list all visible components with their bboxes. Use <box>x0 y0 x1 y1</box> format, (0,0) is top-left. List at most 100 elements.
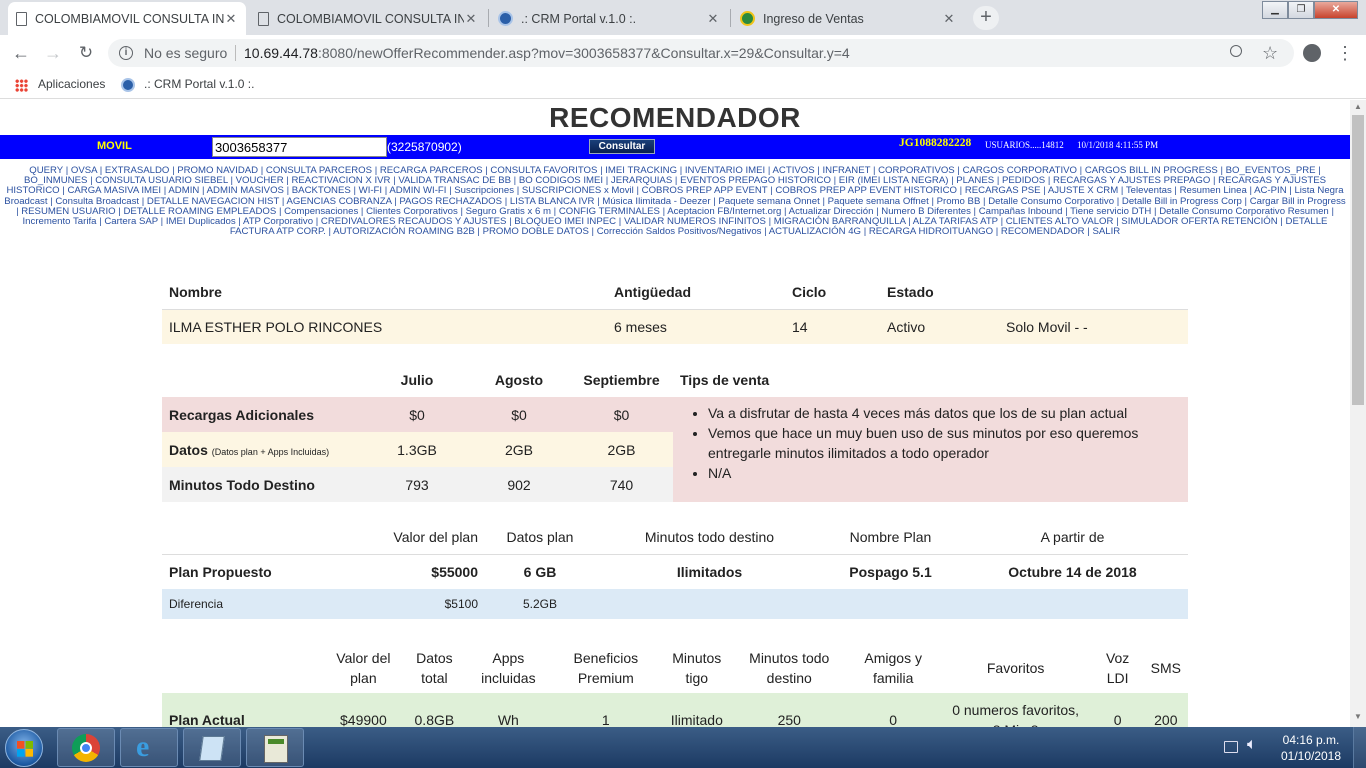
nav-link[interactable]: RECOMENDADOR <box>1001 226 1085 237</box>
plan-actual-beneficios: 1 <box>601 712 610 727</box>
browser-toolbar: ← → ↻ i No es seguro 10.69.44.78:8080/ne… <box>0 35 1366 71</box>
plan-actual-datos: 0.8GB <box>414 712 455 727</box>
tab-title: Ingreso de Ventas <box>763 11 864 26</box>
calculator-icon <box>264 735 288 763</box>
datos-value: 2GB <box>504 441 533 458</box>
tab-colombiamovil-1[interactable]: COLOMBIAMOVIL CONSULTA IN ✕ <box>8 2 246 35</box>
header-tips: Tips de venta <box>680 371 770 388</box>
table-row: Recargas Adicionales $0 $0 $0 Va a disfr… <box>162 397 1188 502</box>
current-plan-table: Valor del plan Datos total Apps incluida… <box>162 642 1188 727</box>
taskbar-calculator[interactable] <box>246 728 304 767</box>
page-scrollbar[interactable]: ▲ ▼ <box>1350 100 1366 727</box>
close-icon[interactable]: ✕ <box>224 11 238 27</box>
table-row: Plan Actual $49900 0.8GB Wh 1 Ilimitado … <box>162 693 1188 727</box>
plan-propuesto-nombre: Pospago 5.1 <box>849 563 932 580</box>
header-septiembre: Septiembre <box>583 371 660 388</box>
bookmark-crm-portal[interactable]: .: CRM Portal v.1.0 :. <box>144 77 254 91</box>
scroll-thumb[interactable] <box>1352 115 1364 405</box>
menu-icon[interactable]: ⋮ <box>1336 41 1354 65</box>
usuarios-count: USUARIOS.....14812 <box>985 140 1064 150</box>
plan-actual-valor: $49900 <box>340 712 387 727</box>
plan-actual-minutos-tigo: Ilimitado <box>670 712 723 727</box>
tab-title: COLOMBIAMOVIL CONSULTA IN <box>277 11 464 26</box>
close-icon[interactable]: ✕ <box>464 11 478 27</box>
nav-link[interactable]: IMEI Duplicados <box>166 216 236 227</box>
bookmark-aplicaciones[interactable]: Aplicaciones <box>38 77 105 91</box>
reload-button[interactable]: ↻ <box>74 41 98 65</box>
table-header-row: Valor del plan Datos total Apps incluida… <box>162 642 1188 693</box>
header-minutos: Minutos todo destino <box>644 528 775 545</box>
header-agosto: Agosto <box>494 371 544 388</box>
nav-link[interactable]: Corrección Saldos Positivos/Negativos <box>597 226 762 237</box>
plan-actual-voz-ldi: 0 <box>1113 712 1122 727</box>
volume-icon[interactable]: 🔈︎ <box>1247 736 1257 754</box>
nav-link[interactable]: AUTORIZACIÓN ROAMING B2B <box>333 226 475 237</box>
session-datetime: 10/1/2018 4:11:55 PM <box>1077 140 1159 150</box>
header-a-partir-de: A partir de <box>1040 528 1105 545</box>
profile-avatar-icon[interactable] <box>1303 44 1321 62</box>
nav-link[interactable]: Cartera SAP <box>104 216 158 227</box>
page-content: RECOMENDADOR MOVIL (3225870902) Consulta… <box>0 100 1350 727</box>
tab-strip: COLOMBIAMOVIL CONSULTA IN ✕ COLOMBIAMOVI… <box>0 0 1366 35</box>
close-window-button[interactable]: ✕ <box>1314 1 1358 19</box>
plan-actual-minutos-destino: 250 <box>777 712 801 727</box>
datos-label: Datos <box>169 441 208 458</box>
info-icon[interactable]: i <box>119 46 133 60</box>
scroll-up-arrow[interactable]: ▲ <box>1350 102 1366 111</box>
minimize-button[interactable]: ▁ <box>1262 1 1288 19</box>
close-icon[interactable]: ✕ <box>706 11 720 27</box>
user-code: JG1088282228 <box>899 137 972 149</box>
diferencia-datos: 5.2GB <box>522 597 558 611</box>
tab-colombiamovil-2[interactable]: COLOMBIAMOVIL CONSULTA IN ✕ <box>250 2 486 35</box>
ie-icon: e <box>136 730 150 763</box>
address-bar[interactable]: i No es seguro 10.69.44.78:8080/newOffer… <box>108 39 1294 67</box>
forward-button[interactable]: → <box>41 41 65 65</box>
url-text[interactable]: 10.69.44.78:8080/newOfferRecommender.asp… <box>244 39 850 67</box>
bookmarks-bar: Aplicaciones .: CRM Portal v.1.0 :. <box>0 71 1366 99</box>
nav-link[interactable]: PROMO DOBLE DATOS <box>483 226 589 237</box>
new-tab-button[interactable]: + <box>973 6 999 30</box>
star-icon[interactable]: ☆ <box>1262 39 1278 67</box>
tip-item: N/A <box>708 463 1171 483</box>
customer-name: ILMA ESTHER POLO RINCONES <box>169 318 383 335</box>
datos-value: 1.3GB <box>397 441 437 458</box>
header-favoritos: Favoritos <box>986 659 1045 676</box>
nav-link[interactable]: ACTUALIZACIÓN 4G <box>769 226 861 237</box>
start-button[interactable] <box>5 729 43 767</box>
movil-input[interactable] <box>212 137 387 157</box>
header-minutos-destino: Minutos todo destino <box>749 649 830 686</box>
nav-link[interactable]: Incremento Tarifa <box>23 216 97 227</box>
nav-link[interactable]: SIMULADOR OFERTA RETENCIÓN <box>1121 216 1277 227</box>
chrome-icon <box>72 734 100 762</box>
plan-propuesto-fecha: Octubre 14 de 2018 <box>1008 563 1137 580</box>
table-row: ILMA ESTHER POLO RINCONES 6 meses 14 Act… <box>162 309 1188 344</box>
crm-favicon-icon <box>121 78 135 92</box>
recargas-value: $0 <box>409 406 425 423</box>
apps-grid-icon[interactable] <box>15 79 28 92</box>
tab-crm-portal[interactable]: .: CRM Portal v.1.0 :. ✕ <box>490 2 728 35</box>
consultar-button[interactable]: Consultar <box>589 139 655 154</box>
diferencia-valor: $5100 <box>444 597 478 611</box>
zoom-icon[interactable] <box>1230 45 1242 57</box>
nav-link[interactable]: RECARGA HIDROITUANGO <box>869 226 993 237</box>
header-nombre-plan: Nombre Plan <box>849 528 932 545</box>
plan-actual-label: Plan Actual <box>169 712 245 727</box>
taskbar-chrome[interactable] <box>57 728 115 767</box>
nav-link[interactable]: SALIR <box>1092 226 1120 237</box>
scroll-down-arrow[interactable]: ▼ <box>1350 712 1366 721</box>
windows-logo-icon <box>17 741 33 757</box>
back-button[interactable]: ← <box>9 41 33 65</box>
tab-ingreso-ventas[interactable]: Ingreso de Ventas ✕ <box>732 2 964 35</box>
show-desktop-button[interactable] <box>1353 727 1366 768</box>
header-antiguedad: Antigüedad <box>614 284 691 301</box>
header-estado: Estado <box>887 284 934 301</box>
tip-item: Va a disfrutar de hasta 4 veces más dato… <box>708 403 1171 423</box>
security-label: No es seguro <box>144 45 228 61</box>
network-icon[interactable] <box>1224 741 1238 753</box>
maximize-button[interactable]: ❐ <box>1288 1 1314 19</box>
taskbar-notepad[interactable] <box>183 728 241 767</box>
nav-links: QUERY | OVSA | EXTRASALDO | PROMO NAVIDA… <box>4 165 1346 238</box>
taskbar-ie[interactable]: e <box>120 728 178 767</box>
clock[interactable]: 04:16 p.m. 01/10/2018 <box>1276 732 1346 764</box>
close-icon[interactable]: ✕ <box>942 11 956 27</box>
